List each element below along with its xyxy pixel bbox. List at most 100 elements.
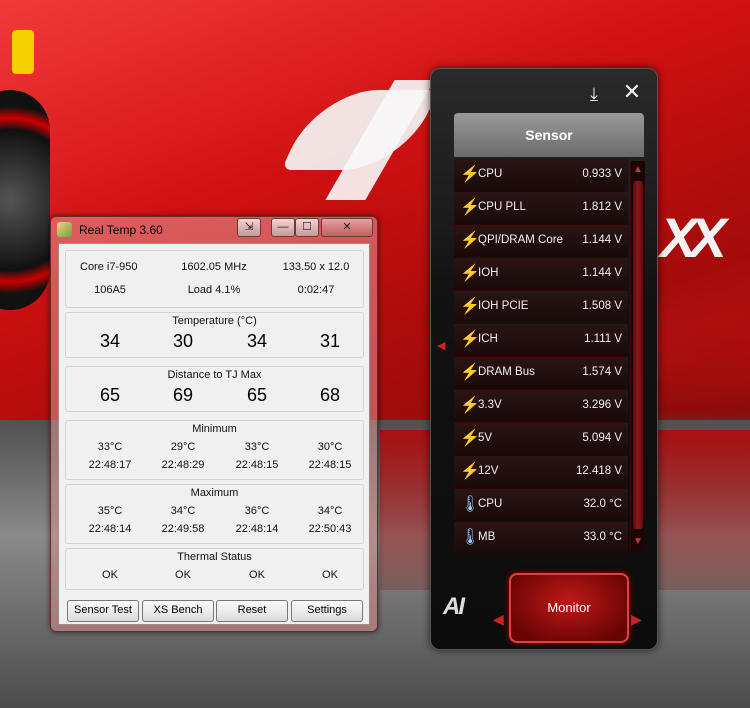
realtemp-app-icon [57,222,72,237]
voltage-icon: ⚡ [460,232,480,249]
voltage-icon: ⚡ [460,430,480,447]
voltage-icon: ⚡ [460,166,480,183]
cpu-model: Core i7-950 [80,261,138,273]
maximum-group: Maximum 35°C 34°C 36°C 34°C 22:48:14 22:… [65,484,364,544]
next-arrow-icon[interactable]: ▶ [631,611,642,628]
cpu-multiplier: 133.50 x 12.0 [282,261,350,273]
sensor-row: ⚡ ICH 1.111 V [454,324,628,357]
sensor-row: ⚡ CPU 0.933 V [454,159,628,192]
thermal-status: OK [322,569,338,581]
sensor-value: 1.111 V [584,333,622,345]
sensor-row: ⚡ CPU PLL 1.812 V [454,192,628,225]
min-time: 22:48:29 [161,459,205,471]
temperature-title: Temperature (°C) [172,315,257,327]
min-temp: 33°C [244,441,270,453]
core-distance: 68 [319,385,341,405]
monitor-button[interactable]: Monitor [509,573,629,643]
voltage-icon: ⚡ [460,463,480,480]
minimum-group: Minimum 33°C 29°C 33°C 30°C 22:48:17 22:… [65,420,364,480]
pin-icon[interactable]: ⇲ [237,218,261,237]
voltage-icon: ⚡ [460,199,480,216]
sensor-value: 32.0 °C [583,498,622,510]
sensor-list[interactable]: ⚡ CPU 0.933 V ⚡ CPU PLL 1.812 V ⚡ QPI/DR… [454,159,628,554]
thermal-status: OK [102,569,118,581]
background-wheel [0,90,50,310]
voltage-icon: ⚡ [460,397,480,414]
sensor-test-button[interactable]: Sensor Test [67,600,139,622]
previous-arrow-icon[interactable]: ◀ [493,611,504,628]
uptime: 0:02:47 [297,284,335,296]
max-time: 22:50:43 [308,523,352,535]
scroll-thumb[interactable] [633,181,643,529]
sensor-row: ⚡ 12V 12.418 V [454,456,628,489]
thermal-status: OK [175,569,191,581]
sensor-value: 1.812 V [582,201,622,213]
realtemp-body: Core i7-950 1602.05 MHz 133.50 x 12.0 10… [58,243,370,625]
minimum-title: Minimum [192,423,237,435]
voltage-icon: ⚡ [460,331,480,348]
xs-bench-button[interactable]: XS Bench [142,600,214,622]
min-temp: 30°C [317,441,343,453]
sensor-row: ⚡ QPI/DRAM Core 1.144 V [454,225,628,258]
maximize-button[interactable]: ☐ [295,218,319,237]
sensor-label: 12V [478,465,499,477]
core-distance: 69 [172,385,194,405]
core-temp: 34 [246,331,268,351]
collapse-arrow-icon[interactable]: ◀ [437,339,445,352]
sensor-row: ⚡ IOH 1.144 V [454,258,628,291]
max-temp: 34°C [170,505,196,517]
cpu-frequency: 1602.05 MHz [181,261,247,273]
sensor-value: 1.144 V [582,234,622,246]
realtemp-window: Real Temp 3.60 ⇲ — ☐ ✕ Core i7-950 1602.… [50,216,378,632]
sensor-value: 5.094 V [582,432,622,444]
sensor-row: ⚡ DRAM Bus 1.574 V [454,357,628,390]
sensor-value: 3.296 V [582,399,622,411]
settings-button[interactable]: Settings [291,600,363,622]
sensor-gadget: ⤓ ✕ Sensor ⚡ CPU 0.933 V ⚡ CPU PLL 1.812… [430,68,658,650]
background-lettering: XX [660,206,727,269]
sensor-label: ICH [478,333,498,345]
sensor-label: DRAM Bus [478,366,535,378]
cpu-load: Load 4.1% [187,284,241,296]
sensor-row: ⚡ IOH PCIE 1.508 V [454,291,628,324]
temperature-group: Temperature (°C) 34 30 34 31 [65,312,364,358]
min-temp: 33°C [97,441,123,453]
sensor-label: IOH [478,267,499,279]
ai-logo: AI [443,593,465,620]
sensor-row: 🌡 MB 33.0 °C [454,522,628,554]
max-time: 22:48:14 [235,523,279,535]
realtemp-titlebar[interactable]: Real Temp 3.60 ⇲ — ☐ ✕ [51,217,377,241]
max-time: 22:48:14 [88,523,132,535]
sensor-value: 1.574 V [582,366,622,378]
download-icon[interactable]: ⤓ [583,83,605,105]
reset-button[interactable]: Reset [216,600,288,622]
max-temp: 36°C [244,505,270,517]
minimize-button[interactable]: — [271,218,295,237]
distance-group: Distance to TJ Max 65 69 65 68 [65,366,364,412]
sensor-value: 33.0 °C [583,531,622,543]
core-temp: 34 [99,331,121,351]
core-distance: 65 [246,385,268,405]
max-temp: 35°C [97,505,123,517]
realtemp-title: Real Temp 3.60 [79,223,163,237]
voltage-icon: ⚡ [460,364,480,381]
close-icon[interactable]: ✕ [621,81,643,103]
cpu-id: 106A5 [94,284,126,296]
sensor-label: CPU PLL [478,201,526,213]
voltage-icon: ⚡ [460,298,480,315]
sensor-row: ⚡ 5V 5.094 V [454,423,628,456]
sensor-label: CPU [478,168,503,180]
sensor-scrollbar[interactable]: ▲ ▼ [630,161,645,551]
core-temp: 31 [319,331,341,351]
close-button[interactable]: ✕ [321,218,373,237]
thermometer-icon: 🌡 [460,529,481,546]
scroll-up-arrow-icon[interactable]: ▲ [631,161,645,179]
voltage-icon: ⚡ [460,265,480,282]
min-time: 22:48:15 [308,459,352,471]
thermal-status: OK [249,569,265,581]
cpu-info-group: Core i7-950 1602.05 MHz 133.50 x 12.0 10… [65,250,364,308]
scroll-down-arrow-icon[interactable]: ▼ [631,533,645,551]
maximum-title: Maximum [190,487,239,499]
core-temp: 30 [172,331,194,351]
sensor-value: 0.933 V [582,168,622,180]
